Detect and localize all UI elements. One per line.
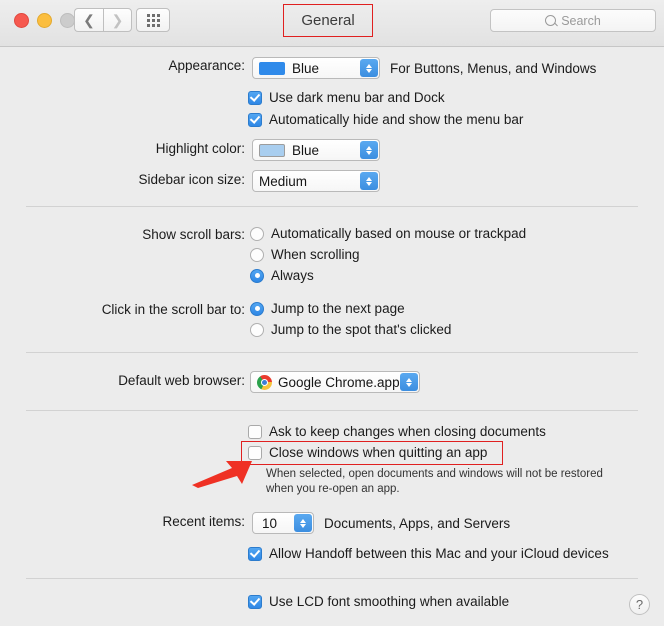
section-divider [26, 352, 638, 353]
appearance-color-swatch [259, 61, 285, 75]
close-windows-hint-line2: when you re-open an app. [266, 483, 400, 495]
traffic-lights [14, 13, 75, 28]
click-scroll-option-spot-clicked[interactable]: Jump to the spot that's clicked [250, 322, 451, 337]
section-divider [26, 578, 638, 579]
recent-items-value: 10 [262, 515, 278, 531]
section-divider [26, 206, 638, 207]
ask-keep-changes-checkbox[interactable]: Ask to keep changes when closing documen… [248, 424, 546, 439]
chevron-updown-icon [360, 59, 378, 77]
dark-menu-bar-label: Use dark menu bar and Dock [269, 90, 445, 105]
radio-icon [250, 226, 264, 241]
sidebar-icon-size-label: Sidebar icon size: [138, 172, 245, 187]
recent-items-stepper[interactable]: 10 [252, 512, 314, 534]
checkbox-icon [248, 594, 262, 609]
lcd-font-smoothing-label: Use LCD font smoothing when available [269, 594, 510, 609]
scroll-bars-option-label: When scrolling [271, 247, 360, 262]
section-divider [26, 410, 638, 411]
navigation-buttons: ❮ ❯ [74, 8, 132, 32]
click-scroll-option-next-page[interactable]: Jump to the next page [250, 301, 405, 316]
checkbox-icon [248, 112, 262, 127]
window-titlebar: ❮ ❯ General Search [0, 0, 664, 47]
radio-icon [250, 301, 264, 316]
sidebar-icon-size-value: Medium [259, 173, 308, 189]
scroll-bars-option-auto[interactable]: Automatically based on mouse or trackpad [250, 226, 526, 241]
highlight-color-swatch [259, 143, 285, 157]
system-preferences-window: ❮ ❯ General Search Appearance: Blue For … [0, 0, 664, 626]
scroll-bars-option-label: Automatically based on mouse or trackpad [271, 226, 527, 241]
highlight-color-popup[interactable]: Blue [252, 139, 380, 161]
scroll-bars-option-when-scrolling[interactable]: When scrolling [250, 247, 360, 262]
lcd-font-smoothing-checkbox[interactable]: Use LCD font smoothing when available [248, 594, 509, 609]
question-mark-icon: ? [635, 597, 644, 612]
forward-button[interactable]: ❯ [103, 8, 132, 32]
search-placeholder: Search [561, 13, 601, 28]
minimize-window-button[interactable] [37, 13, 52, 28]
close-windows-quitting-label: Close windows when quitting an app [269, 445, 488, 460]
chevron-updown-icon [400, 373, 418, 391]
ask-keep-changes-label: Ask to keep changes when closing documen… [269, 424, 546, 439]
zoom-window-button [60, 13, 75, 28]
appearance-value: Blue [292, 60, 320, 76]
highlight-color-label: Highlight color: [155, 141, 245, 156]
chevron-updown-icon [294, 514, 312, 532]
close-windows-hint: When selected, open documents and window… [266, 467, 603, 497]
dark-menu-bar-checkbox[interactable]: Use dark menu bar and Dock [248, 90, 445, 105]
grid-icon [146, 13, 160, 27]
close-windows-quitting-checkbox[interactable]: Close windows when quitting an app [248, 445, 487, 460]
appearance-label: Appearance: [168, 58, 245, 73]
default-browser-label: Default web browser: [118, 373, 245, 388]
appearance-note: For Buttons, Menus, and Windows [390, 60, 597, 76]
handoff-checkbox[interactable]: Allow Handoff between this Mac and your … [248, 546, 609, 561]
checkbox-icon [248, 445, 262, 460]
checkbox-icon [248, 424, 262, 439]
chevron-left-icon: ❮ [83, 12, 95, 28]
click-scroll-option-label: Jump to the spot that's clicked [271, 322, 452, 337]
radio-icon [250, 322, 264, 337]
annotation-arrow [192, 461, 252, 488]
chevron-right-icon: ❯ [111, 12, 124, 28]
scroll-bars-option-label: Always [271, 268, 314, 283]
auto-hide-menu-bar-checkbox[interactable]: Automatically hide and show the menu bar [248, 112, 523, 127]
show-all-button[interactable] [136, 8, 170, 32]
checkbox-icon [248, 90, 262, 105]
default-browser-value: Google Chrome.app [278, 374, 400, 390]
search-input[interactable]: Search [490, 9, 656, 32]
click-scroll-option-label: Jump to the next page [271, 301, 405, 316]
auto-hide-menu-bar-label: Automatically hide and show the menu bar [269, 112, 524, 127]
search-icon [545, 15, 557, 26]
page-title-highlight: General [283, 4, 373, 37]
preferences-content: Appearance: Blue For Buttons, Menus, and… [0, 46, 664, 626]
scroll-bars-option-always[interactable]: Always [250, 268, 314, 283]
chevron-updown-icon [360, 172, 378, 190]
chrome-icon [257, 374, 272, 390]
radio-icon [250, 268, 264, 283]
recent-items-note: Documents, Apps, and Servers [324, 515, 511, 531]
show-scroll-bars-label: Show scroll bars: [142, 227, 245, 242]
highlight-color-value: Blue [292, 142, 320, 158]
help-button[interactable]: ? [629, 594, 650, 615]
handoff-label: Allow Handoff between this Mac and your … [269, 546, 609, 561]
close-window-button[interactable] [14, 13, 29, 28]
chevron-updown-icon [360, 141, 378, 159]
sidebar-icon-size-popup[interactable]: Medium [252, 170, 380, 192]
recent-items-label: Recent items: [162, 514, 245, 529]
default-browser-popup[interactable]: Google Chrome.app [250, 371, 420, 393]
radio-icon [250, 247, 264, 262]
back-button[interactable]: ❮ [74, 8, 103, 32]
appearance-popup[interactable]: Blue [252, 57, 380, 79]
checkbox-icon [248, 546, 262, 561]
page-title: General [301, 12, 355, 29]
close-windows-hint-line1: When selected, open documents and window… [266, 468, 603, 480]
click-scroll-bar-label: Click in the scroll bar to: [101, 302, 245, 317]
